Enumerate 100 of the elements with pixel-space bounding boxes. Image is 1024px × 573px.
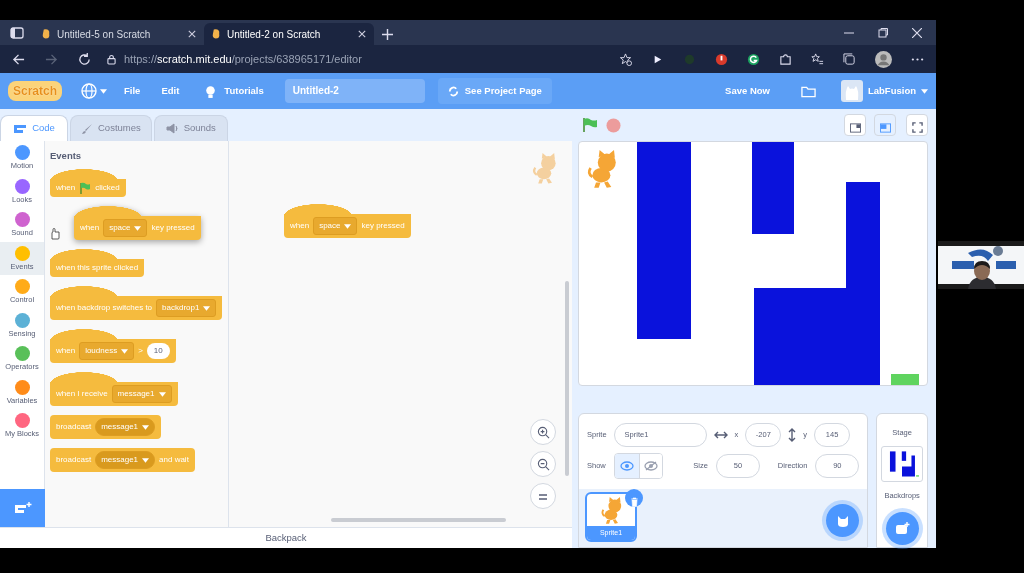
cat-head-icon xyxy=(835,514,850,528)
brush-icon xyxy=(81,122,93,135)
favorites-icon[interactable] xyxy=(811,52,824,66)
block-dropdown[interactable]: message1 xyxy=(95,451,156,470)
tutorials-button[interactable]: Tutorials xyxy=(204,83,264,99)
letter-extension-icon[interactable] xyxy=(747,52,760,66)
number-input[interactable]: 10 xyxy=(146,343,170,360)
block-label: > xyxy=(138,345,143,358)
block-dropdown[interactable]: backdrop1 xyxy=(156,299,217,318)
category-heading: Events xyxy=(50,149,83,163)
profile-icon[interactable] xyxy=(875,50,892,68)
tab-actions-icon[interactable] xyxy=(10,26,24,39)
new-tab-icon[interactable] xyxy=(382,28,393,40)
avatar-icon[interactable] xyxy=(840,80,863,102)
block-label: broadcast xyxy=(56,421,92,434)
scrollbar[interactable] xyxy=(331,518,506,522)
block-label: when backdrop switches to xyxy=(56,302,153,315)
vertical-arrows-icon xyxy=(788,428,797,442)
trash-icon xyxy=(629,496,639,507)
logo[interactable]: Scratch xyxy=(8,81,63,101)
small-stage-icon xyxy=(849,122,861,133)
save-now-button[interactable]: Save Now xyxy=(725,83,770,99)
restore-icon[interactable] xyxy=(878,27,888,38)
block-label: when xyxy=(56,345,76,358)
block-label: when xyxy=(56,182,76,195)
editor-tab[interactable]: Sounds xyxy=(153,115,228,141)
horizontal-arrows-icon xyxy=(713,431,728,439)
scrollbar[interactable] xyxy=(565,281,569,476)
add-sprite-button[interactable] xyxy=(826,504,860,537)
code-block[interactable]: when space key pressed xyxy=(74,206,201,241)
block-dropdown[interactable]: loudness xyxy=(79,342,135,361)
block-label: key pressed xyxy=(361,220,405,232)
reset-zoom-button[interactable] xyxy=(530,483,556,509)
close-icon[interactable] xyxy=(912,27,922,38)
code-block[interactable]: when backdrop switches to backdrop1 xyxy=(50,286,223,321)
extension-blocks-icon xyxy=(13,501,32,516)
browser-tab[interactable]: Untitled-2 on Scratch xyxy=(204,23,374,45)
cat-icon xyxy=(599,497,623,525)
stage-size-button[interactable] xyxy=(844,114,866,136)
block-dropdown[interactable]: space xyxy=(313,217,358,235)
back-icon[interactable] xyxy=(12,52,25,66)
lightbulb-icon xyxy=(204,83,218,99)
block-dropdown[interactable]: message1 xyxy=(111,385,172,404)
goal-block xyxy=(891,374,919,385)
block-label: and wait xyxy=(159,454,189,467)
flag-icon[interactable] xyxy=(582,117,598,133)
favicon-icon xyxy=(42,28,51,40)
see-project-page-button[interactable]: See Project Page xyxy=(437,78,552,104)
backpack-bar[interactable]: Backpack xyxy=(0,527,572,548)
refresh-icon[interactable] xyxy=(78,52,91,66)
username[interactable]: LabFusion xyxy=(867,83,916,99)
eye-slash-icon xyxy=(643,461,658,472)
forward-icon[interactable] xyxy=(45,52,58,66)
caret-icon xyxy=(203,305,211,311)
block-label: broadcast xyxy=(56,454,92,467)
zoom-in-button[interactable] xyxy=(530,419,556,445)
code-block[interactable]: when loudness > 10 xyxy=(50,329,176,364)
stage-size-button[interactable] xyxy=(874,114,896,136)
fullscreen-button[interactable] xyxy=(906,114,928,136)
code-block[interactable]: when space key pressed xyxy=(284,204,411,238)
favorite-add-icon[interactable] xyxy=(619,52,632,66)
block-label: when xyxy=(290,220,310,232)
caret-icon xyxy=(100,88,108,94)
collections-icon[interactable] xyxy=(843,52,856,66)
zoom-out-button[interactable] xyxy=(530,451,556,477)
url-text[interactable]: https://scratch.mit.edu/projects/638965171/editor xyxy=(124,50,362,68)
block-label: key pressed xyxy=(151,222,195,235)
block-label: when xyxy=(80,222,100,235)
folder-icon[interactable] xyxy=(800,84,816,98)
add-extension-button[interactable] xyxy=(0,489,45,527)
backdrop-thumbnail[interactable] xyxy=(881,446,924,483)
globe-icon[interactable] xyxy=(81,83,98,99)
hide-button[interactable] xyxy=(638,454,663,478)
project-title-field[interactable]: Untitled-2 xyxy=(284,79,425,103)
editor-tab[interactable]: Costumes xyxy=(70,115,152,141)
close-icon[interactable] xyxy=(188,30,196,38)
sprite-watermark-icon xyxy=(530,153,558,185)
code-block[interactable]: broadcast message1 and wait xyxy=(50,448,195,473)
menu-item[interactable]: Edit xyxy=(157,83,184,99)
alert-extension-icon[interactable] xyxy=(715,52,728,66)
flag-icon xyxy=(79,182,92,195)
add-backdrop-button[interactable] xyxy=(885,511,919,545)
code-block[interactable]: when this sprite clicked xyxy=(50,249,145,278)
menu-item[interactable]: File xyxy=(120,83,145,99)
close-icon[interactable] xyxy=(358,30,366,38)
code-icon xyxy=(13,123,28,134)
caret-icon xyxy=(121,348,129,354)
fullscreen-icon xyxy=(911,122,923,134)
block-label: when I receive xyxy=(56,388,108,401)
block-dropdown[interactable]: space xyxy=(103,219,148,238)
block-dropdown[interactable]: message1 xyxy=(95,418,156,437)
favicon-icon xyxy=(212,28,221,40)
browser-tab[interactable]: Untitled-5 on Scratch xyxy=(34,23,204,45)
delete-button[interactable] xyxy=(625,489,643,507)
puzzle-icon[interactable] xyxy=(779,52,792,66)
editor-tab[interactable]: Code xyxy=(0,115,68,141)
code-block[interactable]: when clicked xyxy=(50,169,126,198)
show-button[interactable] xyxy=(614,454,639,478)
code-block[interactable]: broadcast message1 xyxy=(50,415,162,440)
code-block[interactable]: when I receive message1 xyxy=(50,372,178,407)
